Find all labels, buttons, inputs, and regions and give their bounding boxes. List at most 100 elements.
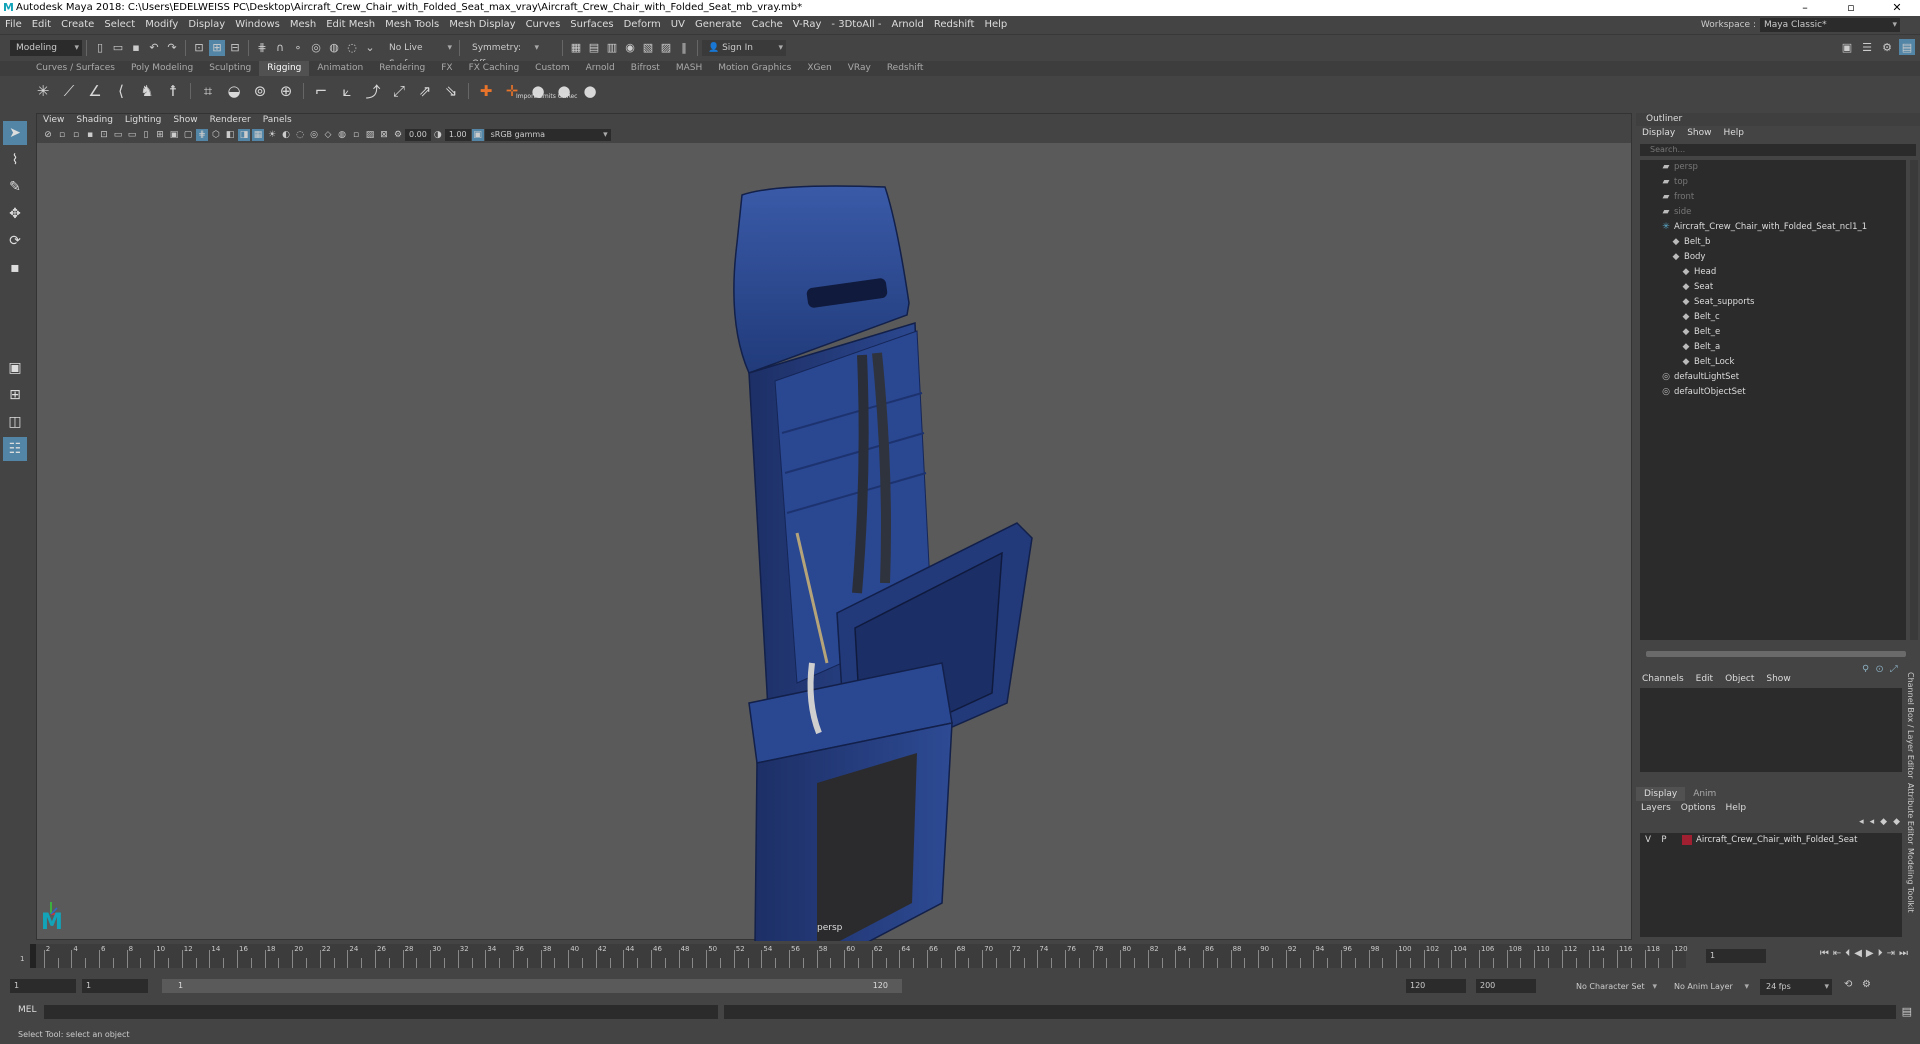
- layer-visibility-toggle[interactable]: V: [1640, 835, 1656, 845]
- shelf-tab-bifrost[interactable]: Bifrost: [623, 61, 668, 76]
- outliner-menu-help[interactable]: Help: [1717, 126, 1750, 140]
- orient-constraint-icon[interactable]: ⤴: [361, 79, 385, 103]
- go-to-start-icon[interactable]: ⏮: [1820, 948, 1829, 959]
- layer-tab-display[interactable]: Display: [1636, 787, 1686, 801]
- toggle-tool-settings-icon[interactable]: ⚙: [1879, 39, 1895, 55]
- menu-display[interactable]: Display: [183, 16, 230, 33]
- outliner-item[interactable]: ◆ Belt_Lock: [1640, 355, 1906, 370]
- auto-key-icon[interactable]: ⟲: [1844, 979, 1852, 990]
- render-view-icon[interactable]: ▨: [658, 40, 674, 56]
- shelf-tab-poly-modeling[interactable]: Poly Modeling: [123, 61, 201, 76]
- maximize-button[interactable]: ▫: [1828, 0, 1874, 16]
- select-component-icon[interactable]: ⊟: [227, 40, 243, 56]
- menu-windows[interactable]: Windows: [230, 16, 285, 33]
- wireframe-icon[interactable]: ⬡: [210, 129, 222, 141]
- menu-select[interactable]: Select: [99, 16, 140, 33]
- smooth-shade-icon[interactable]: ◧: [224, 129, 236, 141]
- wireframe-on-shaded-icon[interactable]: ◨: [238, 129, 250, 141]
- shelf-tab-custom[interactable]: Custom: [527, 61, 577, 76]
- move-layer-down-icon[interactable]: ◂: [1870, 817, 1875, 827]
- resolution-gate-icon[interactable]: ▭: [126, 129, 138, 141]
- menu-mesh-tools[interactable]: Mesh Tools: [380, 16, 444, 33]
- current-time-indicator[interactable]: [30, 944, 36, 968]
- step-back-frame-icon[interactable]: ⏴: [1845, 948, 1850, 959]
- menu-uv[interactable]: UV: [666, 16, 690, 33]
- hypershade-icon[interactable]: ▧: [640, 40, 656, 56]
- bind-skin-icon[interactable]: ⌗: [196, 79, 220, 103]
- shelf-tab-sculpting[interactable]: Sculpting: [201, 61, 259, 76]
- viewport-menu-renderer[interactable]: Renderer: [204, 114, 257, 127]
- outliner-menu-show[interactable]: Show: [1681, 126, 1717, 140]
- channel-menu-show[interactable]: Show: [1760, 672, 1796, 686]
- outliner-item[interactable]: ◆ Seat: [1640, 280, 1906, 295]
- menu-help[interactable]: Help: [979, 16, 1012, 33]
- image-plane-icon[interactable]: ▪: [84, 129, 96, 141]
- open-scene-icon[interactable]: ▭: [110, 40, 126, 56]
- menu-surfaces[interactable]: Surfaces: [565, 16, 618, 33]
- snap-live-icon[interactable]: ◌: [344, 40, 360, 56]
- humanik-icon[interactable]: ☨: [161, 79, 185, 103]
- outliner-vertical-scrollbar[interactable]: [1910, 160, 1918, 640]
- menu-cache[interactable]: Cache: [747, 16, 788, 33]
- side-tab-channel-box[interactable]: Channel Box / Layer Editor: [1906, 672, 1915, 779]
- shelf-tab-motion-graphics[interactable]: Motion Graphics: [710, 61, 799, 76]
- outliner-menu-display[interactable]: Display: [1636, 126, 1681, 140]
- viewport-menu-panels[interactable]: Panels: [257, 114, 298, 127]
- range-bar[interactable]: 1 120: [162, 979, 902, 993]
- viewport-menu-lighting[interactable]: Lighting: [119, 114, 167, 127]
- menu-arnold[interactable]: Arnold: [887, 16, 929, 33]
- outliner-item[interactable]: ✳ Aircraft_Crew_Chair_with_Folded_Seat_nc…: [1640, 220, 1906, 235]
- shelf-tab-animation[interactable]: Animation: [309, 61, 371, 76]
- menu-vray[interactable]: V-Ray: [788, 16, 827, 33]
- safe-title-icon[interactable]: ▢: [182, 129, 194, 141]
- anti-aliasing-icon[interactable]: ▨: [364, 129, 376, 141]
- safe-action-icon[interactable]: ▣: [168, 129, 180, 141]
- menu-edit[interactable]: Edit: [27, 16, 56, 33]
- new-layer-selected-icon[interactable]: ◆: [1893, 817, 1900, 827]
- shelf-tab-fx[interactable]: FX: [433, 61, 460, 76]
- locator-icon[interactable]: ✚: [474, 79, 498, 103]
- snap-grid-icon[interactable]: ⋕: [254, 40, 270, 56]
- toggle-attribute-editor-icon[interactable]: ☰: [1859, 39, 1875, 55]
- channel-menu-edit[interactable]: Edit: [1690, 672, 1719, 686]
- lasso-tool-icon[interactable]: ⌇: [3, 148, 27, 172]
- menu-create[interactable]: Create: [56, 16, 99, 33]
- play-backward-icon[interactable]: ◀: [1854, 948, 1862, 959]
- outliner-item[interactable]: ◆ Belt_a: [1640, 340, 1906, 355]
- outliner-item[interactable]: ◆ Belt_c: [1640, 310, 1906, 325]
- viewport-canvas[interactable]: M persp: [37, 143, 1631, 974]
- outliner-item[interactable]: ▰ front: [1640, 190, 1906, 205]
- step-back-key-icon[interactable]: ⇤: [1833, 948, 1841, 959]
- step-forward-frame-icon[interactable]: ⏵: [1878, 948, 1883, 959]
- shelf-tab-rigging[interactable]: Rigging: [259, 60, 310, 77]
- shelf-tab-vray[interactable]: VRay: [840, 61, 879, 76]
- menu-modify[interactable]: Modify: [140, 16, 183, 33]
- time-slider-track[interactable]: 1 2 4 6 8 10 12 14 16 18 20 22 24 26 28 30 32 34 36 38 40 42 4…: [20, 944, 1688, 968]
- exposure-field[interactable]: 0.00: [405, 129, 431, 141]
- layer-name[interactable]: Aircraft_Crew_Chair_with_Folded_Seat: [1696, 835, 1857, 845]
- shelf-tab-curves-surfaces[interactable]: Curves / Surfaces: [28, 61, 123, 76]
- insert-joint-icon[interactable]: ⟨: [109, 79, 133, 103]
- menu-edit-mesh[interactable]: Edit Mesh: [321, 16, 380, 33]
- point-constraint-icon[interactable]: ⟀: [335, 79, 359, 103]
- layer-tab-anim[interactable]: Anim: [1685, 787, 1724, 801]
- workspace-dropdown[interactable]: Maya Classic*: [1760, 17, 1900, 32]
- character-set-dropdown[interactable]: No Character Set: [1570, 979, 1660, 995]
- snap-view-icon[interactable]: ◎: [308, 40, 324, 56]
- smooth-skin-icon[interactable]: ◒: [222, 79, 246, 103]
- outliner-item[interactable]: ▰ side: [1640, 205, 1906, 220]
- snap-surface-icon[interactable]: ◍: [326, 40, 342, 56]
- colorspace-dropdown[interactable]: sRGB gamma: [484, 129, 611, 141]
- outliner-item[interactable]: ◎ defaultObjectSet: [1640, 385, 1906, 400]
- four-view-icon[interactable]: ⊞: [3, 383, 27, 407]
- outliner-item[interactable]: ◆ Body: [1640, 250, 1906, 265]
- joint-tool-icon[interactable]: ✳: [31, 79, 55, 103]
- shelf-tab-mash[interactable]: MASH: [668, 61, 710, 76]
- new-empty-layer-icon[interactable]: ◆: [1880, 817, 1887, 827]
- outliner-item[interactable]: ▰ persp: [1640, 160, 1906, 175]
- menu-deform[interactable]: Deform: [619, 16, 666, 33]
- ik-spline-icon[interactable]: ∠: [83, 79, 107, 103]
- lock-camera-icon[interactable]: ⊡: [98, 129, 110, 141]
- viewport-menu-view[interactable]: View: [37, 114, 70, 127]
- select-object-icon[interactable]: ⊞: [209, 39, 225, 56]
